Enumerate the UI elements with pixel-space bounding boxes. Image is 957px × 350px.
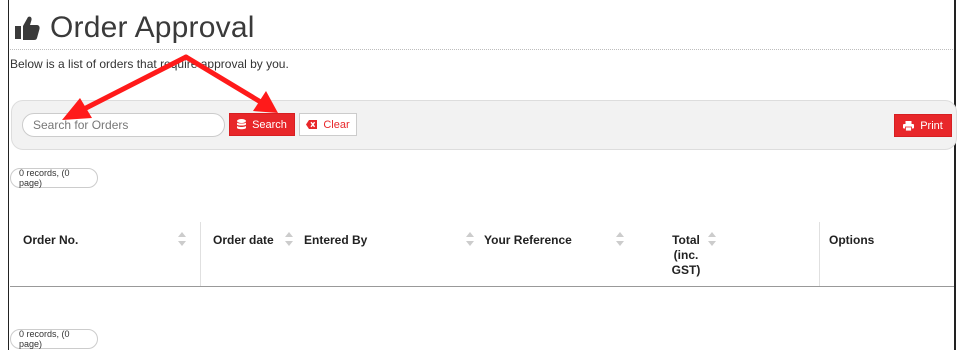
clear-button-label: Clear [323,118,350,131]
page-title: Order Approval [50,11,255,44]
page-description: Below is a list of orders that require a… [10,57,289,71]
sort-order-date-icon[interactable] [285,232,293,248]
table-header-rule [10,286,954,287]
records-count-bottom: 0 records, (0 page) [10,329,98,349]
page-header: Order Approval [14,8,255,48]
sort-total-icon[interactable] [708,232,716,248]
column-header-order-no[interactable]: Order No. [23,233,78,248]
sort-entered-by-icon[interactable] [466,232,474,248]
search-input[interactable] [22,113,225,137]
column-header-total[interactable]: Total (inc. GST) [666,233,706,278]
thumbs-up-icon [15,16,40,40]
column-header-your-reference[interactable]: Your Reference [484,233,572,248]
sort-order-no-icon[interactable] [178,232,186,248]
search-button-label: Search [252,118,287,131]
print-button-label: Print [920,119,943,132]
frame-right-border [954,0,956,350]
column-header-entered-by[interactable]: Entered By [304,233,367,248]
annotation-arrows [62,54,278,120]
column-header-order-date[interactable]: Order date [213,233,274,248]
column-header-options: Options [829,233,875,247]
column-divider [200,222,201,286]
printer-icon [903,120,915,131]
records-count-top: 0 records, (0 page) [10,168,98,188]
sort-your-reference-icon[interactable] [616,232,624,248]
backspace-icon [306,120,318,129]
database-icon [237,119,247,130]
frame-left-border [8,0,9,350]
column-divider [819,222,820,286]
search-button[interactable]: Search [229,113,295,136]
print-button[interactable]: Print [894,114,952,137]
search-toolbar: Search Clear Print [11,100,957,150]
title-divider [10,49,953,50]
orders-table-header: Order No. Order date Entered By Your Ref… [10,222,954,286]
clear-button[interactable]: Clear [299,113,357,136]
